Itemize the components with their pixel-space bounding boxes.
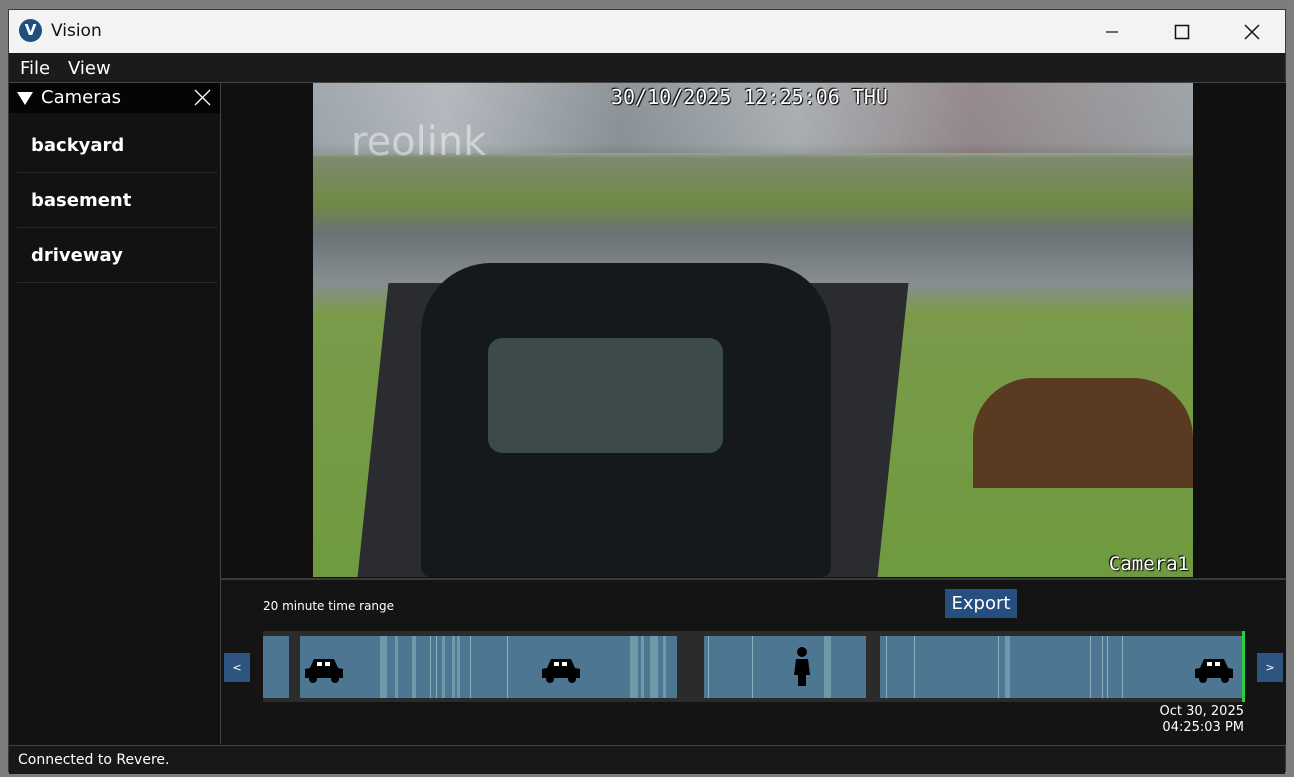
timeline-segment [704,636,866,698]
timeline-segment [263,636,289,698]
car-icon[interactable] [1193,656,1235,684]
close-button[interactable] [1217,10,1287,53]
status-bar: Connected to Revere. [9,745,1285,774]
export-button[interactable]: Export [945,589,1017,618]
camera-video-feed[interactable]: reolink 30/10/2025 12:25:06 THU Camera1 [313,83,1193,577]
timeline-panel: 20 minute time range Export < > Oct 30, … [221,580,1286,744]
car-icon[interactable] [540,656,582,684]
status-text: Connected to Revere. [18,752,170,768]
hedge-image [973,378,1193,488]
timeline-prev-button[interactable]: < [224,653,250,682]
timeline-end-label: Oct 30, 2025 04:25:03 PM [1160,704,1245,736]
collapse-triangle-icon[interactable] [17,92,33,105]
camera-label: backyard [31,135,125,156]
time-range-label: 20 minute time range [263,599,395,613]
app-window: V Vision File View Cameras backyard base… [8,9,1286,774]
sidebar-close-icon[interactable] [194,89,211,106]
video-area: reolink 30/10/2025 12:25:06 THU Camera1 [221,83,1286,578]
close-icon [1244,23,1260,40]
menu-file[interactable]: File [20,58,50,79]
camera-label: driveway [31,245,123,266]
sidebar-header: Cameras [9,83,220,113]
person-icon[interactable] [793,647,811,687]
maximize-icon [1174,24,1190,39]
app-logo-icon: V [19,19,42,42]
timeline-track[interactable] [263,631,1243,702]
minimize-button[interactable] [1077,10,1147,53]
menu-bar: File View [9,53,1285,83]
timeline-next-button[interactable]: > [1257,653,1283,682]
timeline-segment [880,636,1242,698]
sidebar-title: Cameras [41,87,122,108]
camera-item-backyard[interactable]: backyard [17,119,217,173]
menu-view[interactable]: View [68,58,111,79]
maximize-button[interactable] [1147,10,1217,53]
video-timestamp: 30/10/2025 12:25:06 THU [611,85,888,109]
timeline-end-date: Oct 30, 2025 [1159,704,1245,719]
camera-item-driveway[interactable]: driveway [17,229,217,283]
camera-item-basement[interactable]: basement [17,174,217,228]
timeline-end-time: 04:25:03 PM [1162,720,1244,735]
watermark: reolink [351,119,487,165]
video-camera-label: Camera1 [1108,553,1189,575]
timeline-segment [300,636,677,698]
minimize-icon [1106,30,1118,33]
windshield-image [488,338,723,453]
title-bar: V Vision [9,10,1285,53]
car-icon[interactable] [303,656,345,684]
window-title: Vision [51,21,102,41]
camera-label: basement [31,190,132,211]
cameras-sidebar: Cameras backyard basement driveway [9,83,221,744]
current-time-marker[interactable] [1242,631,1245,702]
